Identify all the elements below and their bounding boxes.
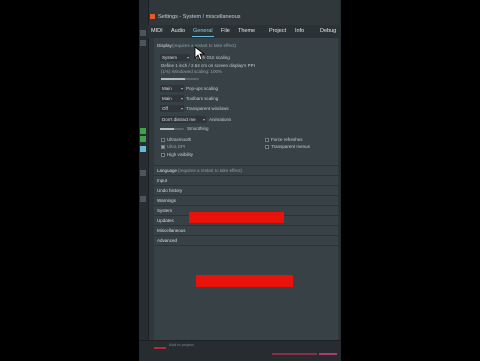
- ppi-slider[interactable]: [161, 78, 199, 80]
- strip-marker: [140, 40, 146, 46]
- timeline-marker: [319, 353, 337, 355]
- strip-marker-green: [140, 136, 146, 142]
- transparent-windows-label: Transparent windows: [186, 106, 229, 111]
- toolbar-scaling-dropdown[interactable]: Main ▾: [160, 95, 184, 102]
- red-redaction-bar: [189, 212, 284, 223]
- tab-project[interactable]: Project: [269, 25, 286, 37]
- tab-midi[interactable]: MIDI: [151, 25, 163, 37]
- toolbar-scaling-label: Toolbars scaling: [186, 96, 219, 101]
- active-tab-indicator: [192, 36, 214, 37]
- window-title: Settings - System / miscellaneous: [158, 14, 241, 20]
- strip-marker-green: [140, 128, 146, 134]
- bottom-playlist-bar: Add to project: [139, 340, 341, 361]
- right-side-strip: [339, 0, 341, 360]
- mouse-cursor-icon: [194, 46, 205, 61]
- section-advanced[interactable]: Advanced: [154, 235, 338, 246]
- tab-debug[interactable]: Debug: [320, 25, 336, 37]
- animations-label: Animations: [209, 117, 232, 122]
- smoothing-label: Smoothing: [187, 126, 209, 131]
- display-heading: Display: [157, 43, 172, 48]
- red-redaction-bar: [196, 275, 293, 287]
- gui-scaling-dropdown[interactable]: System ▾: [160, 54, 190, 61]
- popup-scaling-label: Pop-ups scaling: [186, 86, 219, 91]
- left-side-strip: [139, 0, 149, 360]
- tab-file[interactable]: File: [221, 25, 230, 37]
- settings-tabs: MIDI Audio General File Theme Project In…: [148, 25, 339, 38]
- tab-theme[interactable]: Theme: [238, 25, 255, 37]
- strip-marker-blue: [140, 146, 146, 152]
- divider: [154, 165, 338, 166]
- strip-marker: [140, 170, 146, 176]
- section-input[interactable]: Input: [154, 175, 338, 185]
- high-visibility-label: High visibility: [167, 152, 194, 157]
- chevron-down-icon: ▾: [186, 55, 189, 60]
- ultrasmooth-label: Ultrasmooth: [167, 137, 192, 142]
- transparent-menus-label: Transparent menus: [271, 144, 310, 149]
- strip-marker: [140, 196, 146, 202]
- animations-dropdown[interactable]: Don't distract me ▾: [160, 116, 206, 123]
- popup-scaling-dropdown[interactable]: Main ▾: [160, 85, 184, 92]
- ppi-sub-text: (1%) Windowed scaling: 100%: [161, 69, 223, 74]
- force-refreshes-checkbox[interactable]: [265, 138, 269, 142]
- ppi-define-text: Define 1 inch / 2.54 cm on screen displa…: [161, 63, 255, 68]
- section-warnings[interactable]: Warnings: [154, 195, 338, 205]
- chevron-down-icon: ▾: [180, 106, 183, 111]
- section-undo-history[interactable]: Undo history: [154, 185, 338, 195]
- transparent-menus-checkbox[interactable]: [265, 145, 269, 149]
- transparent-windows-dropdown[interactable]: Off ▾: [160, 105, 184, 112]
- high-visibility-checkbox[interactable]: [161, 153, 165, 157]
- timeline-marker: [154, 347, 166, 349]
- chevron-down-icon: ▾: [180, 96, 183, 101]
- ultra-dpi-checkbox[interactable]: [161, 145, 165, 149]
- chevron-down-icon: ▾: [202, 117, 205, 122]
- ultra-dpi-label: Ultra DPI: [167, 144, 186, 149]
- tab-info[interactable]: Info: [295, 25, 304, 37]
- ultrasmooth-checkbox[interactable]: [161, 138, 165, 142]
- tab-audio[interactable]: Audio: [171, 25, 185, 37]
- language-hint: (requires a restart to take effect): [178, 168, 242, 173]
- timeline-marker: [272, 353, 317, 355]
- window-titlebar: Settings - System / miscellaneous: [148, 12, 339, 23]
- smoothing-slider[interactable]: [160, 128, 184, 130]
- force-refreshes-label: Force refreshes: [271, 137, 303, 142]
- app-icon: [150, 14, 155, 20]
- chevron-down-icon: ▾: [180, 86, 183, 91]
- bottom-bar-label: Add to project: [169, 342, 194, 347]
- language-label: Language: [157, 168, 178, 173]
- section-miscellaneous[interactable]: Miscellaneous: [154, 225, 338, 235]
- strip-marker: [140, 30, 146, 36]
